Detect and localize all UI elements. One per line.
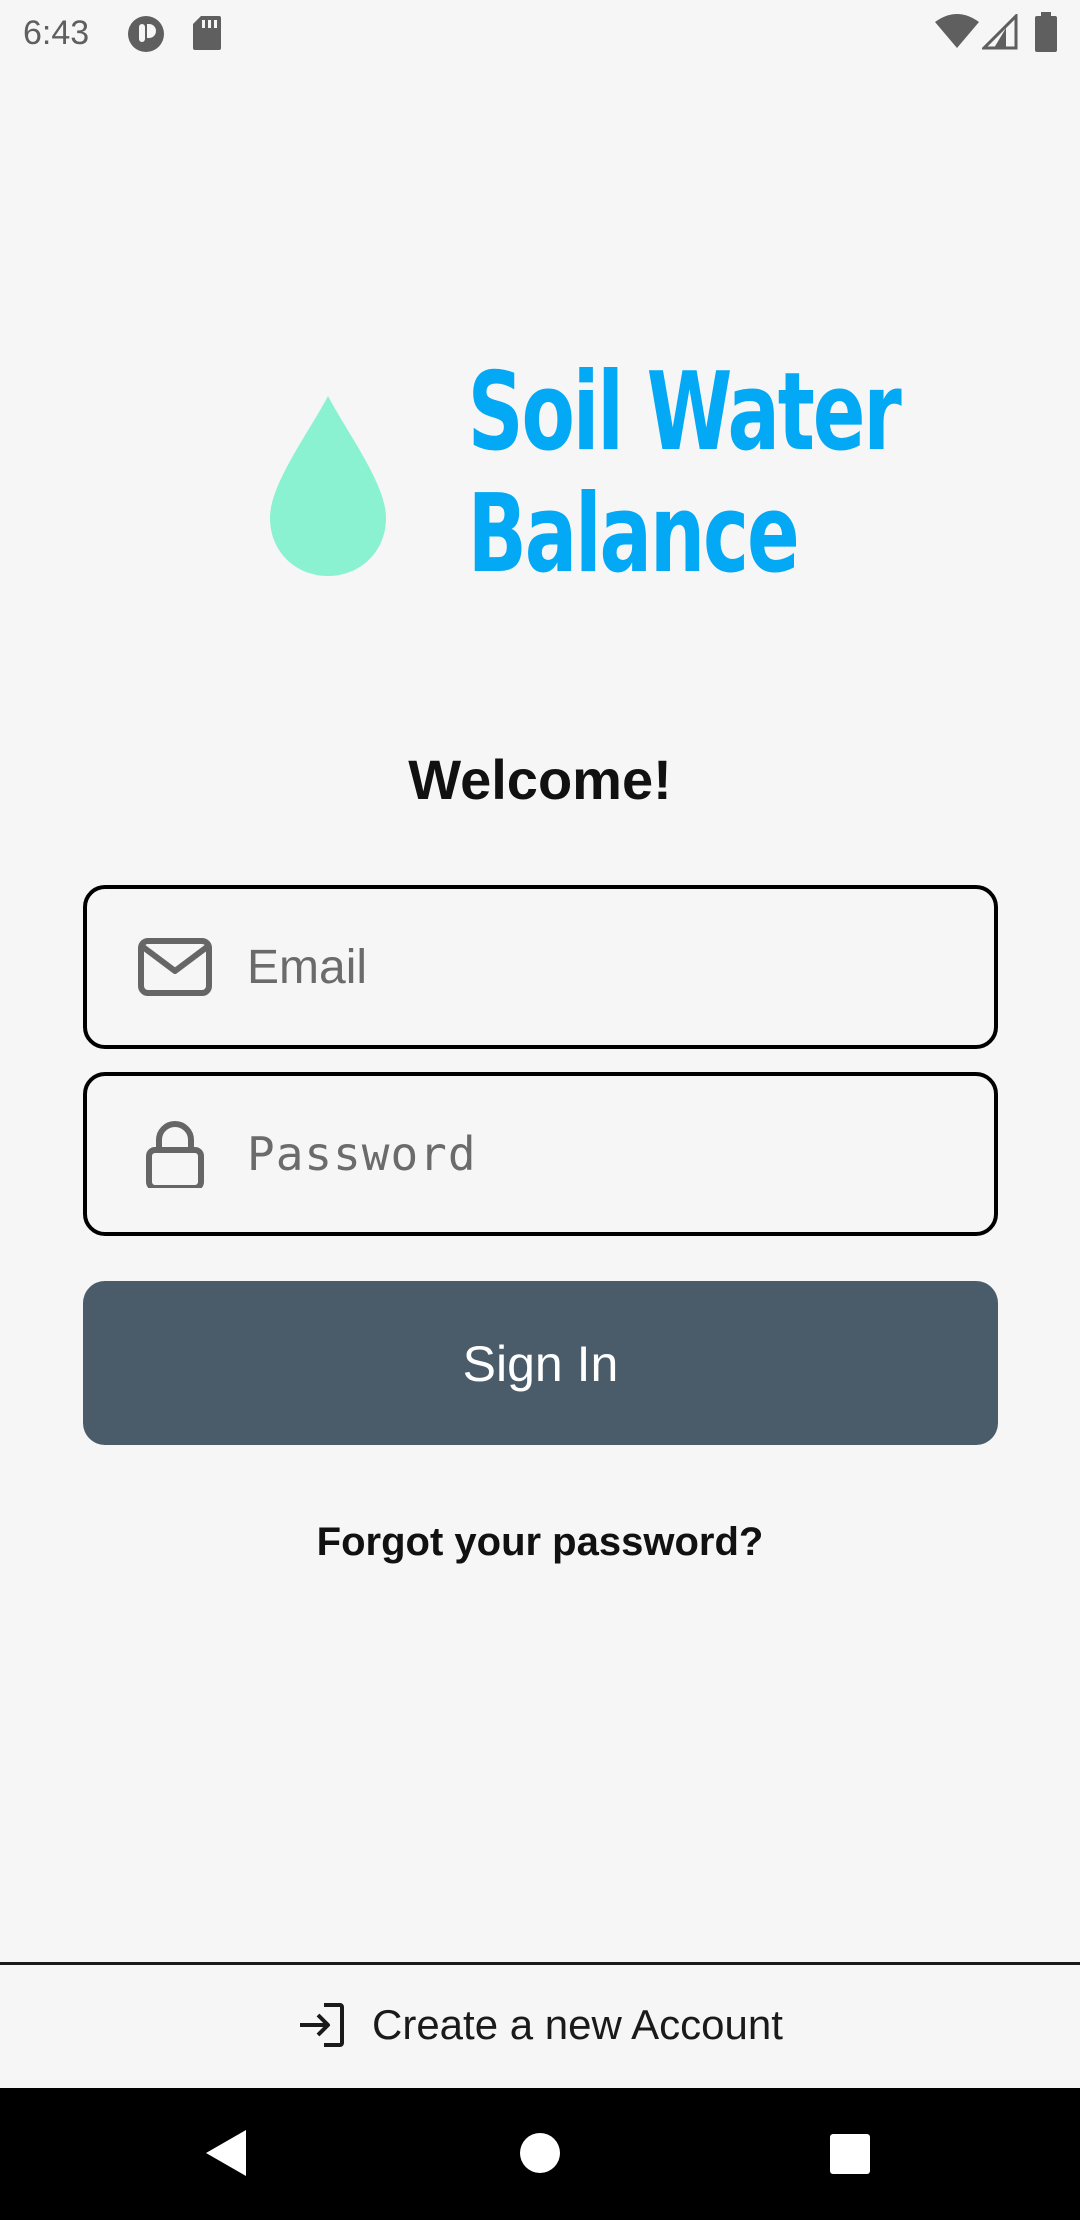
navigation-bar (0, 2088, 1080, 2220)
lock-icon (146, 1121, 204, 1188)
forgot-password-link[interactable]: Forgot your password? (0, 1512, 1080, 1572)
password-field[interactable] (83, 1072, 998, 1236)
notification-app-icon (128, 16, 164, 52)
app-logo-text: Soil Water Balance (406, 350, 902, 602)
email-input[interactable] (247, 909, 967, 1025)
battery-icon (1035, 12, 1057, 52)
welcome-heading: Welcome! (408, 748, 672, 811)
sd-card-icon (193, 16, 221, 50)
email-field[interactable] (83, 885, 998, 1049)
back-icon[interactable] (204, 2128, 248, 2178)
cellular-signal-icon (982, 14, 1018, 50)
login-screen: 6:43 Soil Water Balance Welcome! Email S… (0, 0, 1080, 2220)
login-arrow-icon (300, 2003, 344, 2047)
home-icon[interactable] (519, 2132, 561, 2174)
create-account-button[interactable]: Create a new Account (296, 1983, 796, 2067)
password-input[interactable] (247, 1096, 967, 1212)
status-time: 6:43 (23, 14, 90, 52)
recents-icon[interactable] (829, 2133, 871, 2175)
sign-in-button[interactable]: Sign In (83, 1281, 998, 1445)
water-drop-logo-icon (270, 396, 386, 576)
create-account-bar: Create a new Account (0, 1965, 1080, 2088)
mail-icon (138, 938, 212, 996)
wifi-icon (935, 14, 979, 48)
status-bar: 6:43 (0, 0, 1080, 66)
logo-line-1: Soil Water (467, 350, 902, 475)
logo-line-2: Balance (467, 472, 800, 597)
create-account-label: Create a new Account (372, 2001, 783, 2048)
